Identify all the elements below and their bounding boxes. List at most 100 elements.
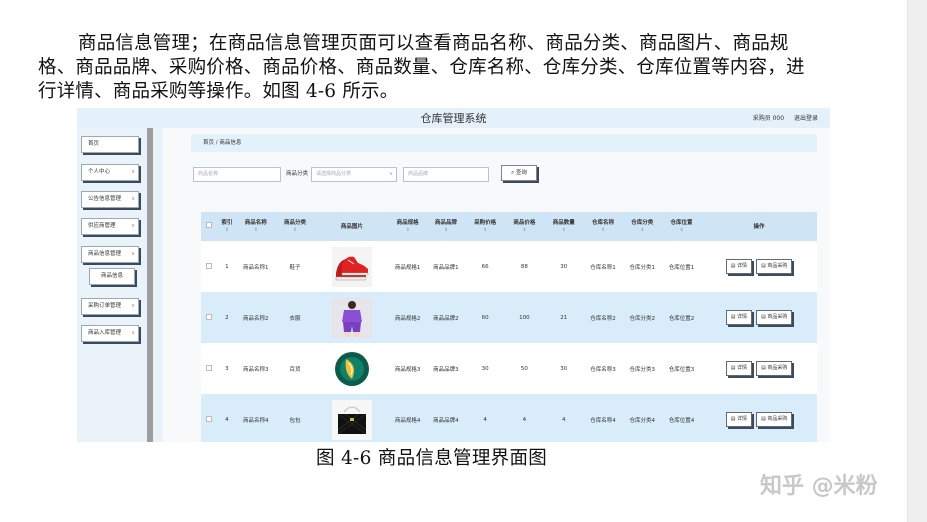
- cell-actions: ▤ 详情 ▤ 商品采购: [701, 292, 817, 343]
- sidebar-item-product-info[interactable]: 商品信息: [89, 268, 135, 285]
- cell-actions: ▤ 详情 ▤ 商品采购: [701, 394, 817, 442]
- cell-spec: 商品规格4: [394, 417, 421, 424]
- table-row: 4 商品名称4 包包 商品规格4 商品品牌4 4 4 4 仓库名称4 仓库分类4…: [201, 394, 817, 442]
- breadcrumb: 首页 / 商品信息: [191, 134, 817, 152]
- sidebar-item-purchase-order[interactable]: 采购订单管理 ∨: [81, 298, 139, 315]
- brand-input[interactable]: 商品品牌: [403, 167, 489, 182]
- cell-brand: 商品品牌1: [433, 264, 459, 271]
- col-image[interactable]: 商品图片: [315, 212, 389, 241]
- document-icon: ▤: [730, 365, 736, 371]
- cell-warehouse-name: 仓库名称4: [590, 417, 616, 424]
- chevron-down-icon: ∨: [131, 303, 135, 309]
- category-select[interactable]: 请选择商品分类 ∨: [311, 167, 397, 182]
- main-content: 首页 / 商品信息 商品名称 商品分类 请选择商品分类 ∨ 商品品牌 ⌕ 查询 索…: [163, 128, 830, 442]
- document-icon: ▤: [730, 416, 736, 422]
- cell-brand: 商品品牌4: [433, 417, 459, 424]
- col-category[interactable]: 商品分类 ⇕: [275, 212, 314, 241]
- sidebar-item-stock-in[interactable]: 商品入库管理 ∨: [81, 325, 139, 342]
- cell-image: [315, 343, 389, 394]
- cell-index: 4: [225, 416, 229, 423]
- sidebar-item-supplier[interactable]: 供应商管理 ∨: [81, 218, 139, 235]
- cell-warehouse-category: 仓库分类3: [629, 366, 655, 373]
- sidebar-item-profile[interactable]: 个人中心 ∨: [81, 164, 139, 181]
- detail-button[interactable]: ▤ 详情: [725, 259, 753, 274]
- detail-button[interactable]: ▤ 详情: [725, 412, 753, 427]
- search-button[interactable]: ⌕ 查询: [501, 165, 537, 181]
- col-warehouse-location[interactable]: 仓库位置 ⇕: [662, 212, 701, 241]
- col-spec[interactable]: 商品规格 ⇕: [389, 212, 426, 241]
- black-handbag-image: [331, 399, 372, 440]
- document-icon: ▤: [730, 263, 736, 269]
- user-name: 采购员 000: [752, 115, 785, 122]
- chevron-down-icon: ∨: [131, 251, 135, 257]
- cell-spec: 商品规格2: [394, 315, 421, 322]
- sidebar: 首页 个人中心 ∨ 公告信息管理 ∨ 供应商管理 ∨ 商品信息管理 ∨ 商品信息 采购订…: [77, 128, 149, 442]
- cell-quantity: 4: [561, 416, 566, 423]
- document-icon: ▤: [761, 365, 766, 371]
- col-brand[interactable]: 商品品牌 ⇕: [426, 212, 465, 241]
- row-checkbox[interactable]: [206, 415, 213, 422]
- row-checkbox[interactable]: [206, 364, 213, 371]
- col-index[interactable]: 索引 ⇕: [218, 212, 237, 241]
- cell-quantity: 30: [560, 263, 568, 270]
- col-name[interactable]: 商品名称 ⇕: [236, 212, 275, 241]
- cell-warehouse-location: 仓库位置4: [668, 417, 695, 424]
- cell-quantity: 30: [560, 365, 568, 372]
- page-scrollbar[interactable]: [907, 0, 927, 522]
- product-table: 索引 ⇕ 商品名称 ⇕ 商品分类 ⇕ 商品图片 商品规格 ⇕ 商品品牌 ⇕ 采购价格 ⇕ 商…: [201, 212, 817, 442]
- chevron-down-icon: ∨: [131, 169, 135, 175]
- cell-name: 商品名称3: [243, 366, 269, 373]
- col-warehouse-name[interactable]: 仓库名称 ⇕: [583, 212, 622, 241]
- product-name-input[interactable]: 商品名称: [193, 167, 281, 182]
- col-purchase-price[interactable]: 采购价格 ⇕: [466, 212, 505, 241]
- sidebar-divider: [147, 128, 153, 442]
- detail-button[interactable]: ▤ 详情: [725, 310, 753, 325]
- cell-index: 3: [225, 365, 229, 372]
- user-info: 采购员 000 退出登录: [745, 113, 818, 122]
- document-icon: ▤: [761, 314, 766, 320]
- cell-spec: 商品规格3: [394, 366, 421, 373]
- col-price[interactable]: 商品价格 ⇕: [505, 212, 544, 241]
- cell-warehouse-location: 仓库位置2: [668, 315, 695, 322]
- cell-image: [315, 241, 389, 292]
- detail-button[interactable]: ▤ 详情: [725, 361, 753, 376]
- col-quantity[interactable]: 商品数量 ⇕: [544, 212, 583, 241]
- breadcrumb-separator: /: [215, 140, 218, 146]
- purple-outfit-image: [331, 297, 372, 338]
- cell-image: [315, 292, 389, 343]
- cell-actions: ▤ 详情 ▤ 商品采购: [701, 343, 817, 394]
- logout-link[interactable]: 退出登录: [794, 115, 818, 122]
- cell-purchase-price: 4: [483, 416, 487, 423]
- row-checkbox[interactable]: [206, 313, 213, 320]
- cell-warehouse-category: 仓库分类1: [629, 264, 655, 271]
- embedded-screenshot: 仓库管理系统 采购员 000 退出登录 首页 个人中心 ∨ 公告信息管理 ∨ 供应商…: [77, 108, 830, 442]
- cell-name: 商品名称1: [243, 264, 269, 271]
- purchase-button[interactable]: ▤ 商品采购: [756, 310, 793, 325]
- category-label: 商品分类: [286, 171, 309, 177]
- col-actions: 操作: [753, 223, 765, 230]
- select-all-checkbox[interactable]: [206, 222, 213, 228]
- cell-image: [315, 394, 389, 442]
- cell-category: 包包: [289, 417, 301, 424]
- breadcrumb-home[interactable]: 首页: [203, 140, 214, 146]
- cell-index: 1: [225, 263, 229, 270]
- col-warehouse-category[interactable]: 仓库分类 ⇕: [623, 212, 662, 241]
- row-checkbox[interactable]: [206, 262, 213, 269]
- cell-spec: 商品规格1: [394, 264, 421, 271]
- sidebar-item-home[interactable]: 首页: [81, 136, 139, 153]
- green-bag-image: [331, 348, 372, 389]
- purchase-button[interactable]: ▤ 商品采购: [756, 412, 793, 427]
- table-row: 3 商品名称3 百货 商品规格3 商品品牌3 30 50 30 仓库名称3 仓库…: [201, 343, 817, 394]
- purchase-button[interactable]: ▤ 商品采购: [756, 259, 793, 274]
- cell-warehouse-location: 仓库位置3: [668, 366, 695, 373]
- body-paragraph: 商品信息管理；在商品信息管理页面可以查看商品名称、商品分类、商品图片、商品规格、…: [38, 33, 805, 102]
- sidebar-item-product-mgmt[interactable]: 商品信息管理 ∨: [81, 246, 139, 263]
- cell-warehouse-name: 仓库名称2: [590, 315, 616, 322]
- cell-category: 衣服: [289, 315, 301, 322]
- table-header-row: 索引 ⇕ 商品名称 ⇕ 商品分类 ⇕ 商品图片 商品规格 ⇕ 商品品牌 ⇕ 采购价格 ⇕ 商…: [201, 212, 817, 241]
- breadcrumb-current: 商品信息: [219, 140, 242, 146]
- figure-caption: 图 4-6 商品信息管理界面图: [316, 448, 548, 469]
- cell-warehouse-name: 仓库名称3: [590, 366, 616, 373]
- purchase-button[interactable]: ▤ 商品采购: [756, 361, 793, 376]
- sidebar-item-notice[interactable]: 公告信息管理 ∨: [81, 191, 139, 208]
